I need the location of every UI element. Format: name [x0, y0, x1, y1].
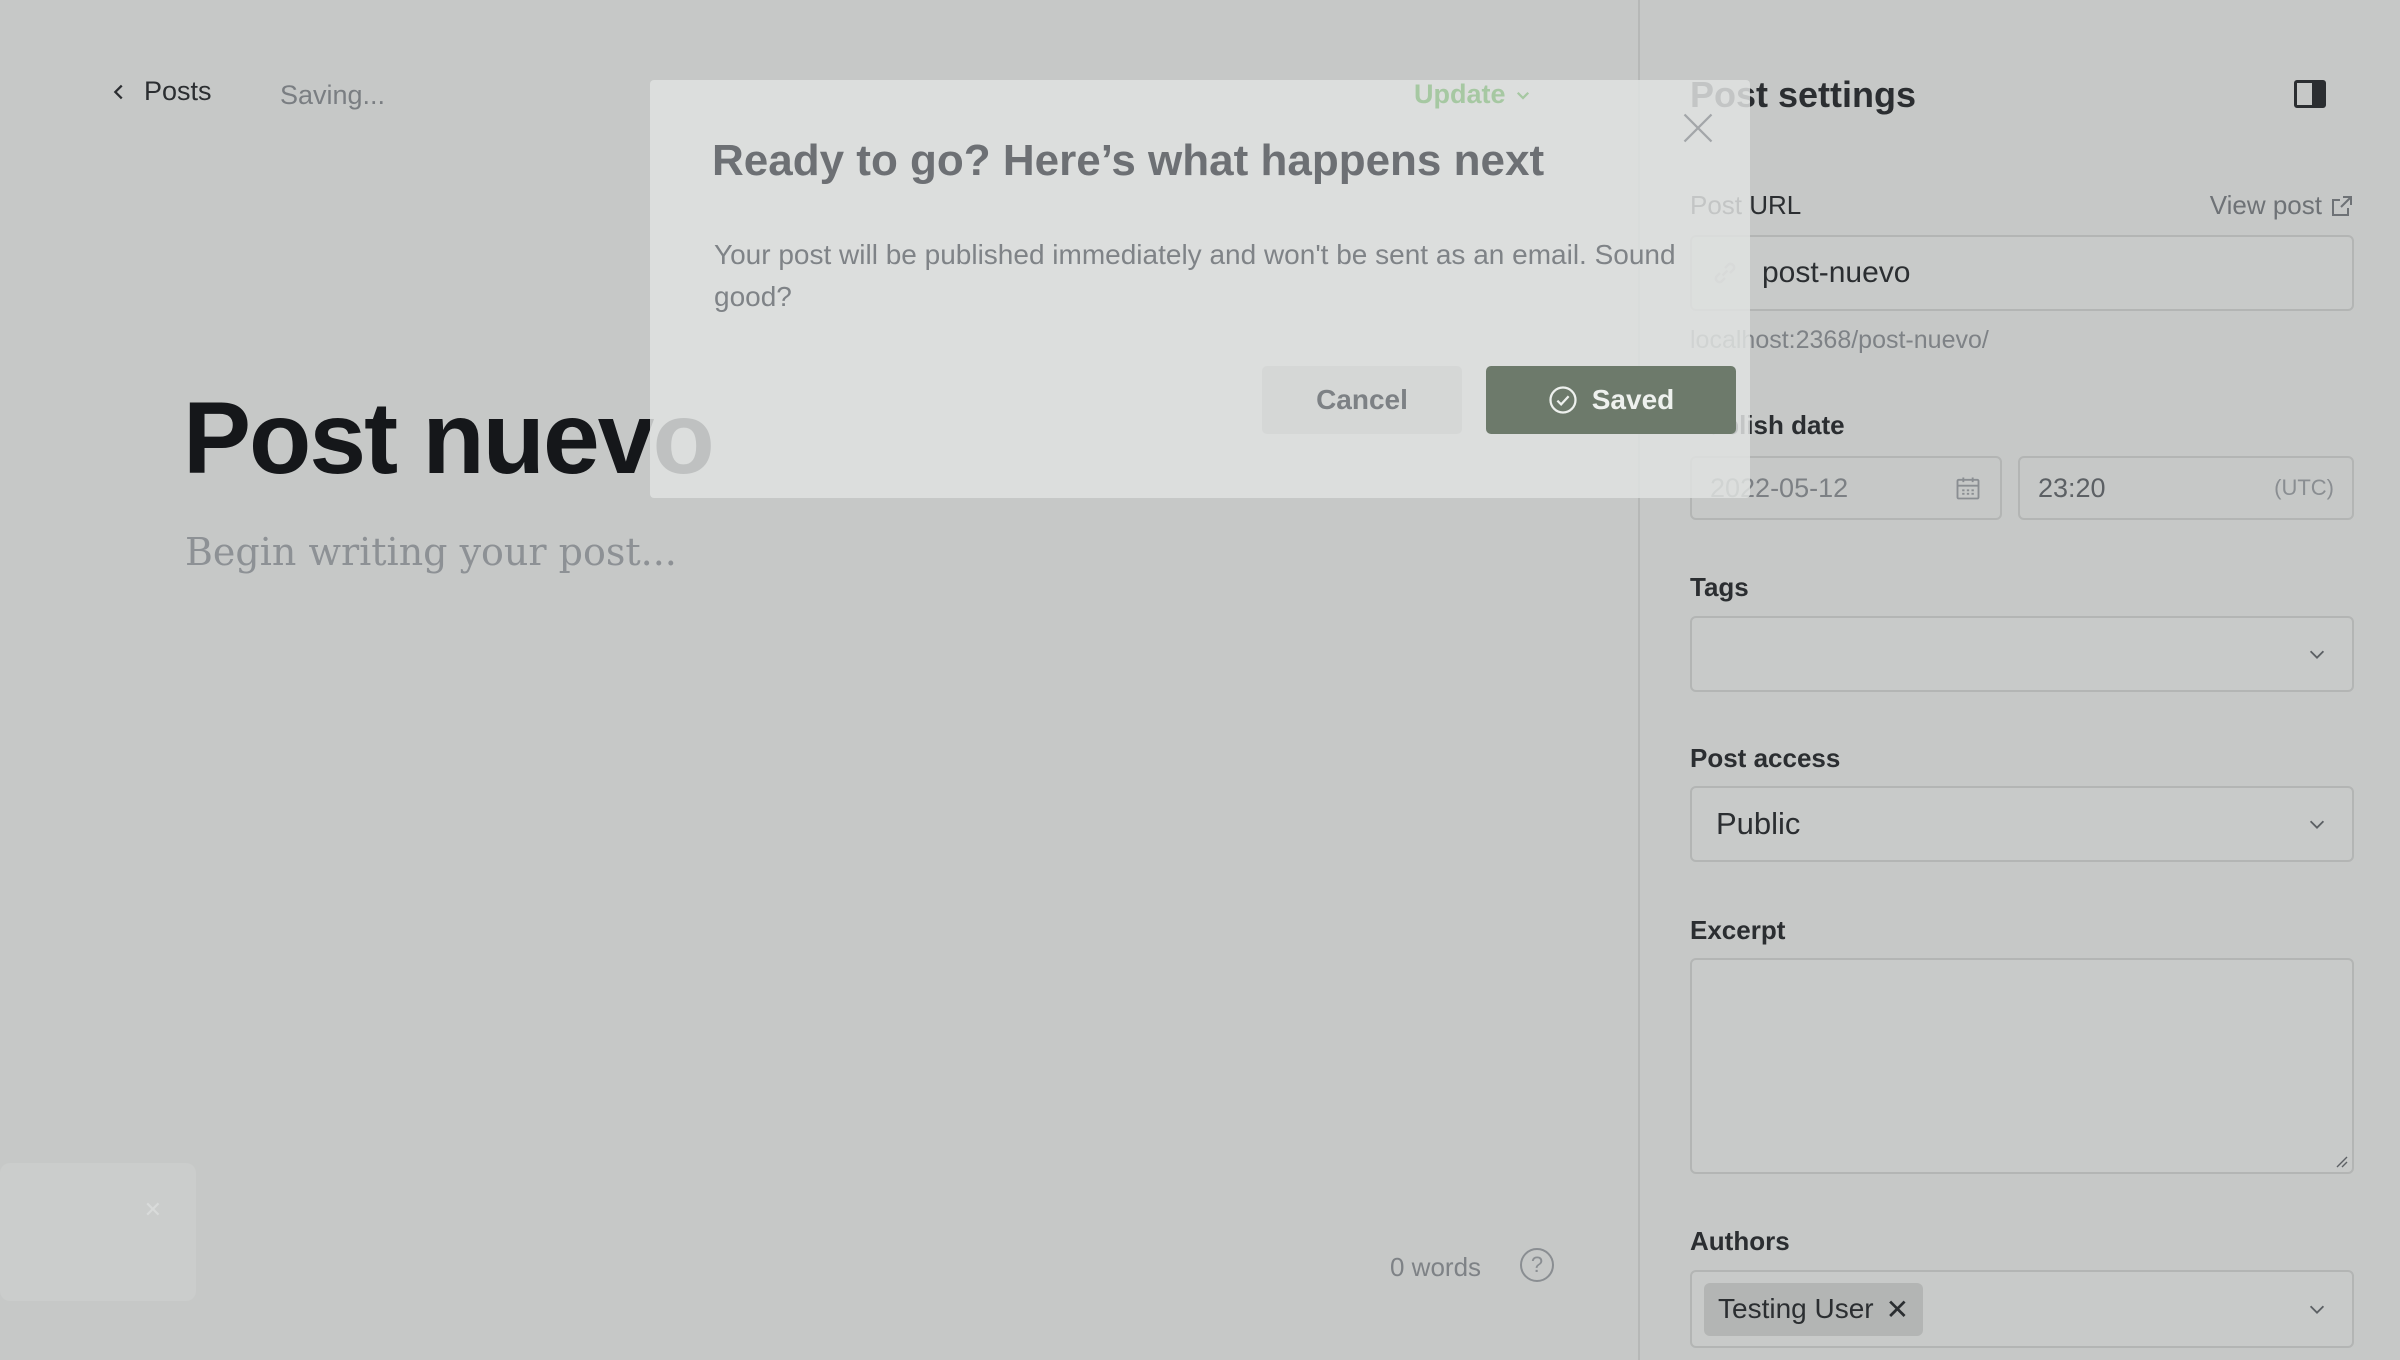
tags-select[interactable]: [1690, 616, 2354, 692]
back-link-label: Posts: [144, 76, 212, 106]
modal-title: Ready to go? Here’s what happens next: [712, 136, 1545, 185]
view-post-link[interactable]: View post: [2210, 190, 2354, 221]
post-url-value: post-nuevo: [1762, 256, 1911, 289]
calendar-icon: [1956, 477, 1980, 500]
confirm-label: Saved: [1591, 384, 1675, 415]
close-icon[interactable]: ✕: [1886, 1293, 1909, 1326]
back-to-posts-link[interactable]: Posts: [108, 76, 212, 107]
post-url-input[interactable]: post-nuevo: [1690, 235, 2354, 311]
post-access-label: Post access: [1690, 743, 1841, 773]
confirm-button[interactable]: Saved: [1486, 366, 1736, 434]
chevron-down-icon: [2309, 1305, 2325, 1314]
authors-select[interactable]: Testing User ✕: [1690, 1270, 2354, 1348]
chevron-left-icon: [113, 84, 123, 99]
close-icon[interactable]: [1680, 110, 1716, 146]
view-post-label: View post: [2209, 190, 2322, 220]
post-access-value: Public: [1716, 806, 1801, 841]
notification-toast: ✕: [0, 1163, 196, 1301]
modal-description: Your post will be published immediately …: [714, 239, 1676, 312]
external-link-icon: [2332, 195, 2352, 216]
update-button[interactable]: Update: [1414, 79, 1532, 110]
excerpt-label: Excerpt: [1690, 915, 1786, 945]
save-status: Saving...: [280, 80, 386, 110]
help-icon[interactable]: ?: [1520, 1248, 1554, 1282]
sidebar-toggle-icon[interactable]: [2294, 80, 2326, 108]
publish-time-value: 23:20: [2038, 472, 2106, 503]
authors-label: Authors: [1690, 1226, 1790, 1256]
chevron-down-icon: [2309, 650, 2325, 659]
cancel-button[interactable]: Cancel: [1262, 366, 1462, 434]
timezone-label: (UTC): [2274, 475, 2334, 500]
chevron-down-icon: [1516, 91, 1529, 100]
excerpt-textarea[interactable]: [1690, 958, 2354, 1174]
publish-time-input[interactable]: 23:20 (UTC): [2018, 456, 2354, 520]
post-settings-panel: Post settings Post URL View post post-nu…: [1638, 0, 2400, 1360]
post-title[interactable]: Post nuevo: [183, 380, 715, 497]
author-name: Testing User: [1718, 1293, 1874, 1324]
chevron-down-icon: [2309, 820, 2325, 829]
word-count: 0 words: [1390, 1252, 1482, 1282]
author-chip: Testing User ✕: [1704, 1282, 1924, 1336]
resize-handle-icon[interactable]: [2334, 1154, 2348, 1168]
tags-label: Tags: [1690, 572, 1749, 602]
check-circle-icon: [1549, 386, 1577, 414]
post-body-placeholder[interactable]: Begin writing your post...: [185, 530, 677, 574]
close-icon[interactable]: ✕: [144, 1197, 162, 1223]
post-access-select[interactable]: Public: [1690, 786, 2354, 862]
publish-confirm-modal: Ready to go? Here’s what happens next Yo…: [650, 80, 1750, 498]
update-label: Update: [1414, 79, 1506, 109]
